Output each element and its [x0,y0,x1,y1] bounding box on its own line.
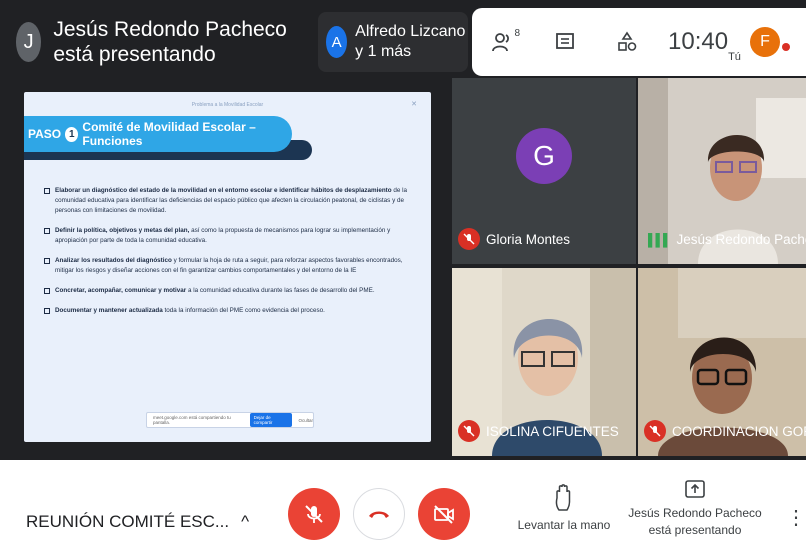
meeting-name: REUNIÓN COMITÉ ESC... [26,512,230,531]
list-item: Concretar, acompañar, comunicar y motiva… [44,286,414,296]
paso-number: 1 [65,126,79,142]
participant-name: Jesús Redondo Pacheco [676,232,806,247]
paso-title: Comité de Movilidad Escolar – Funciones [82,120,256,148]
clock: 10:40 [668,28,729,55]
more-options-icon[interactable]: ⋮ [786,508,806,528]
hide-banner-button[interactable]: Ocultar [298,418,313,423]
camera-off-icon [434,505,454,524]
hand-icon [555,484,571,511]
tile-label-jesus: ▌▌▌ Jesús Redondo Pacheco [648,232,806,247]
chat-button[interactable] [534,8,596,76]
presenting-label-line2: está presentando [648,523,742,537]
tile-label-coordinacion: COORDINACION GORE... [644,420,806,442]
presenting-text: Jesús Redondo Pacheco está presentando [53,18,287,66]
mic-off-icon [644,420,666,442]
bullet-text: toda la información del PME como evidenc… [162,307,325,314]
speaking-indicator-icon: ▌▌▌ [648,232,671,247]
presenting-indicator: J Jesús Redondo Pacheco está presentando [8,10,308,74]
bullet-bold: Documentar y mantener actualizada [55,307,163,314]
bullet-bold: Concretar, acompañar, comunicar y motiva… [55,287,187,294]
screen-share-banner: meet.google.com está compartiendo tu pan… [146,412,314,428]
self-avatar[interactable]: F Tú [728,27,791,63]
share-banner-text: meet.google.com está compartiendo tu pan… [153,415,231,425]
presenting-label-line1: Jesús Redondo Pacheco [628,506,762,520]
participants-count: 8 [514,28,520,39]
status-dot [782,43,791,51]
people-icon [492,33,509,52]
presentation-slide: Problema a la Movilidad Escolar ✕ PASO 1… [24,92,431,442]
checkbox-bullet [44,188,50,194]
list-item: Analizar los resultados del diagnóstico … [44,256,414,276]
shapes-icon [618,31,637,51]
mic-off-icon [305,505,323,523]
slide-bullets: Elaborar un diagnóstico del estado de la… [44,186,414,326]
paso-title-bar: PASO 1 Comité de Movilidad Escolar – Fun… [24,116,292,152]
presenter-avatar: J [16,22,42,62]
checkbox-bullet [44,228,50,234]
present-screen-icon [685,480,705,498]
bullet-bold: Analizar los resultados del diagnóstico [55,257,172,264]
meeting-details-button[interactable]: REUNIÓN COMITÉ ESC... ^ [26,512,249,532]
slide-close-icon: ✕ [411,101,417,108]
participant-name: Gloria Montes [486,231,571,247]
paso-label: PASO [28,127,62,141]
raise-hand-label: Levantar la mano [517,518,611,532]
list-item: Elaborar un diagnóstico del estado de la… [44,186,414,216]
raise-hand-button[interactable]: Levantar la mano [512,484,616,534]
mic-off-icon [458,420,480,442]
bullet-text: a la comunidad educativa durante las fas… [186,287,375,294]
checkbox-bullet [44,258,50,264]
mic-off-icon [458,228,480,250]
stop-sharing-button[interactable]: Dejar de compartir [249,413,293,427]
other-participants-chip[interactable]: A Alfredo Lizcano y 1 más [318,12,468,72]
slide-header-text: Problema a la Movilidad Escolar [191,102,264,108]
leave-call-button[interactable] [353,488,405,540]
chevron-up-icon: ^ [241,512,250,531]
list-item: Definir la política, objetivos y metas d… [44,226,414,246]
participant-name: ISOLINA CIFUENTES [486,423,619,439]
bullet-bold: Elaborar un diagnóstico del estado de la… [55,187,392,194]
top-controls: 8 10:40 F Tú [472,8,806,76]
participants-button[interactable]: 8 [472,8,534,76]
bullet-bold: Definir la política, objetivos y metas d… [55,227,190,234]
tile-label-gloria: Gloria Montes [458,228,570,250]
checkbox-bullet [44,308,50,314]
camera-toggle-button[interactable] [418,488,470,540]
chat-icon [556,33,574,49]
gloria-avatar: G [516,128,572,184]
list-item: Documentar y mantener actualizada toda l… [44,306,414,316]
checkbox-bullet [44,288,50,294]
self-label: Tú [728,51,741,63]
presenting-status-button[interactable]: Jesús Redondo Pacheco está presentando [620,478,770,539]
self-initial: F [760,33,770,50]
participant-name: COORDINACION GORE... [672,423,806,439]
tile-label-isolina: ISOLINA CIFUENTES [458,420,619,442]
participant-avatar: A [326,26,348,58]
other-participants-text: Alfredo Lizcano y 1 más [355,23,466,60]
activities-button[interactable] [596,8,658,76]
mic-toggle-button[interactable] [288,488,340,540]
hang-up-icon [369,511,389,518]
